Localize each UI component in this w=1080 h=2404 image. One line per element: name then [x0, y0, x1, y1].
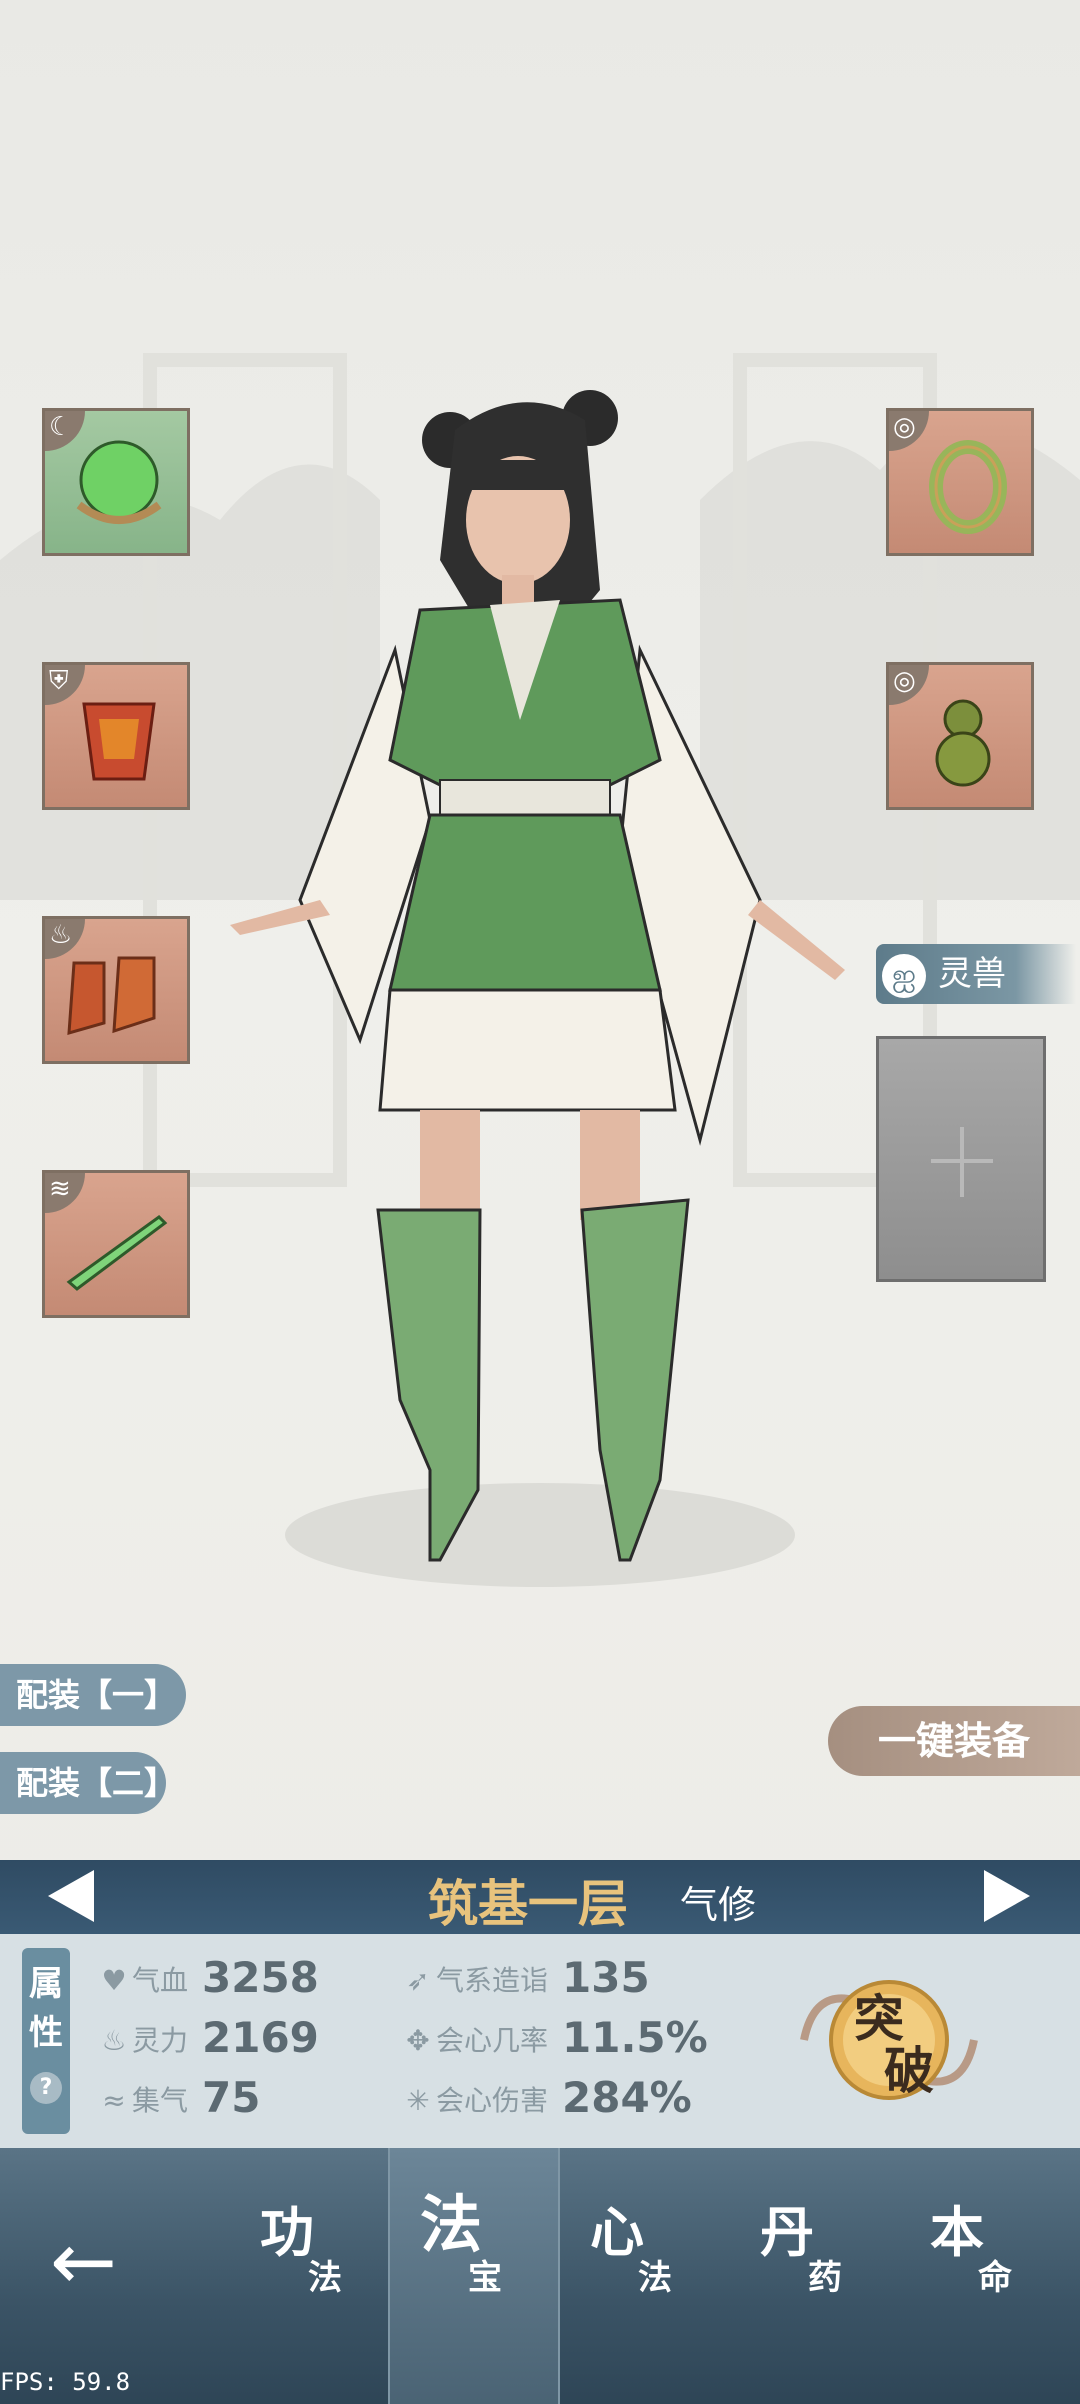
help-icon[interactable]: ? — [30, 2072, 62, 2104]
cultivation-type: 气修 — [680, 1883, 757, 1927]
realm-title: 筑基一层 — [428, 1875, 628, 1933]
tab-benming[interactable]: 本命 — [920, 2188, 1040, 2338]
equip-slot-1[interactable]: ☾ — [42, 408, 190, 556]
tab-xinfa[interactable]: 心法 — [580, 2188, 700, 2338]
bracelet-icon — [929, 440, 1007, 534]
attributes-panel: 属 性 ? ♥ 气血 3258 ♨ 灵力 2169 ≈ 集气 75 ➶ 气系造诣 135 ✥ 会心… — [0, 1934, 1080, 2148]
bottom-nav: ← 功法 法宝 心法 丹药 本命 — [0, 2148, 1080, 2404]
equip-slot-4[interactable]: ≋ — [42, 1170, 190, 1318]
tab-danyao[interactable]: 丹药 — [750, 2188, 870, 2338]
attributes-tab[interactable]: 属 性 ? — [22, 1948, 70, 2134]
gourd-icon — [935, 699, 991, 787]
spirit-beast-slot[interactable] — [876, 1036, 1046, 1282]
crit-icon: ✥ — [406, 2024, 430, 2057]
prev-arrow-icon[interactable] — [48, 1870, 94, 1922]
realm-bar: 筑基一层 气修 — [0, 1860, 1080, 1934]
stat-qi-mastery: ➶ 气系造诣 135 — [400, 1950, 649, 2006]
wind-icon: ➶ — [406, 1964, 430, 1997]
swirl-icon: ≈ — [102, 2084, 126, 2117]
equip-all-button[interactable]: 一键装备 — [828, 1706, 1080, 1776]
next-arrow-icon[interactable] — [984, 1870, 1030, 1922]
stat-hp: ♥ 气血 3258 — [96, 1950, 318, 2006]
breakthrough-text-1: 突 — [854, 1990, 904, 2048]
stat-crit-rate: ✥ 会心几率 11.5% — [400, 2010, 707, 2066]
equip-slot-6[interactable]: ◎ — [886, 662, 1034, 810]
stat-crit-damage: ✳ 会心伤害 284% — [400, 2070, 692, 2126]
breakthrough-text-2: 破 — [884, 2042, 934, 2100]
beast-icon: ஐ — [882, 953, 926, 998]
stat-gather: ≈ 集气 75 — [96, 2070, 260, 2126]
tab-fabao[interactable]: 法宝 — [410, 2174, 530, 2324]
green-orb-icon — [76, 440, 162, 524]
back-arrow-icon[interactable]: ← — [50, 2222, 117, 2302]
spirit-beast-text: 灵兽 — [938, 954, 1006, 994]
heart-icon: ♥ — [101, 1964, 127, 1997]
equip-slot-3[interactable]: ♨ — [42, 916, 190, 1064]
loadout-2-button[interactable]: 配装【二】 — [0, 1752, 176, 1814]
boots-icon — [67, 956, 156, 1036]
tab-gongfa[interactable]: 功法 — [250, 2188, 370, 2338]
breakthrough-button[interactable]: 突 破 — [794, 1970, 984, 2110]
equip-slot-5[interactable]: ◎ — [886, 408, 1034, 556]
armor-icon — [82, 702, 156, 781]
flame-icon: ♨ — [101, 2024, 127, 2057]
loadout-1-button[interactable]: 配装【一】 — [0, 1664, 186, 1726]
spirit-beast-label: ஐ 灵兽 — [876, 944, 1076, 1004]
fps-counter: FPS: 59.8 — [0, 2368, 131, 2396]
equip-slot-2[interactable]: ⛨ — [42, 662, 190, 810]
stat-spirit: ♨ 灵力 2169 — [96, 2010, 318, 2066]
sword-icon — [66, 1215, 168, 1291]
star-icon: ✳ — [406, 2084, 430, 2117]
